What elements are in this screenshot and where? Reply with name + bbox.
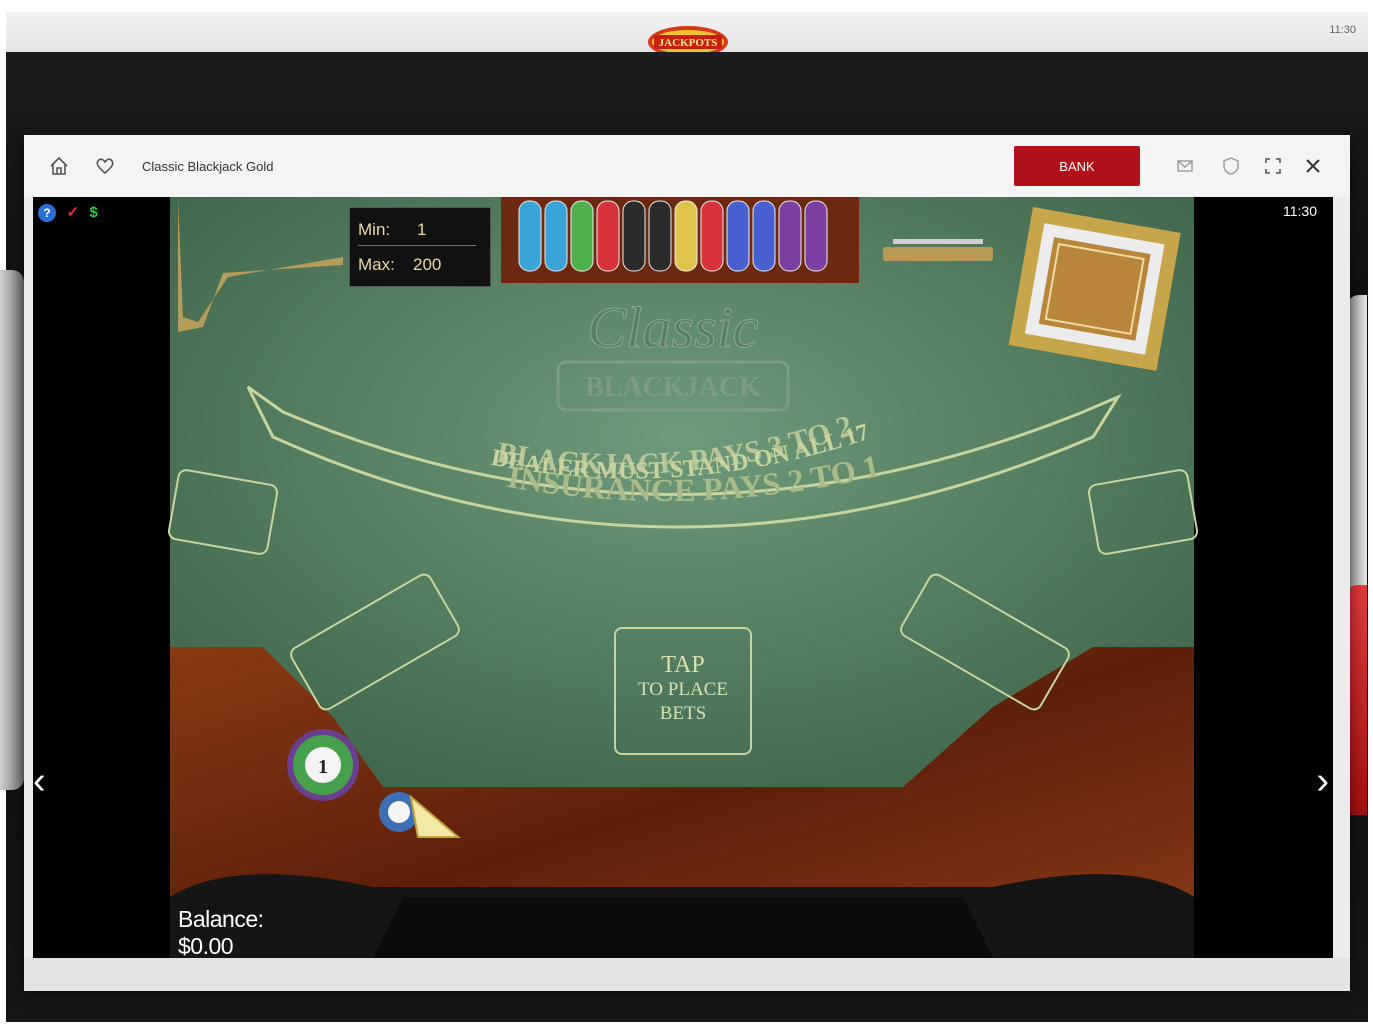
chip-stack (778, 200, 802, 272)
mail-icon[interactable] (1174, 155, 1196, 177)
balance-display: Balance: $0.00 (178, 906, 264, 958)
game-canvas[interactable]: BLACKJACK PAYS 3 TO 2 DEALER MUST STAND … (33, 197, 1333, 958)
min-label: Min: (358, 220, 391, 239)
balance-value: $0.00 (178, 933, 234, 958)
svg-text:1: 1 (318, 756, 328, 778)
svg-text:BLACKJACK: BLACKJACK (585, 372, 761, 403)
heart-icon[interactable] (94, 155, 116, 177)
svg-text:Classic: Classic (588, 295, 759, 360)
check-icon[interactable]: ✓ (66, 203, 79, 221)
chip-stack (726, 200, 750, 272)
game-title: Classic Blackjack Gold (142, 159, 274, 174)
chip-stack (648, 200, 672, 272)
balance-label: Balance: (178, 906, 264, 932)
prev-arrow-icon[interactable]: ‹ (33, 762, 46, 800)
bank-button[interactable]: BANK (1014, 146, 1140, 186)
chip-stack (700, 200, 724, 272)
max-value: 200 (413, 255, 442, 274)
chip-stack (752, 200, 776, 272)
left-decoration (0, 270, 24, 790)
shield-icon[interactable] (1220, 155, 1242, 177)
chip-stack (674, 200, 698, 272)
tap-to-place-bets-button[interactable]: TAP TO PLACE BETS (614, 627, 752, 755)
next-arrow-icon[interactable]: › (1316, 762, 1329, 800)
close-icon[interactable] (1302, 155, 1324, 177)
fullscreen-icon[interactable] (1262, 155, 1284, 177)
min-value: 1 (417, 220, 427, 239)
blackjack-table: BLACKJACK PAYS 3 TO 2 DEALER MUST STAND … (167, 197, 1199, 958)
tap-line-2: TO PLACE (638, 679, 728, 700)
dollar-icon[interactable]: $ (89, 204, 97, 221)
right-decoration (1347, 295, 1367, 815)
window-header: Classic Blackjack Gold BANK (24, 135, 1350, 197)
window-footer (24, 958, 1350, 991)
help-icon[interactable]: ? (38, 204, 56, 222)
max-label: Max: (358, 255, 395, 274)
system-clock: 11:30 (1329, 24, 1356, 36)
tap-line-1: TAP (661, 652, 705, 678)
game-icons: ? ✓ $ (38, 203, 104, 222)
home-icon[interactable] (48, 155, 70, 177)
chip-stack (804, 200, 828, 272)
chip-stack (544, 200, 568, 272)
chip-stack (622, 200, 646, 272)
table-limits: Min: 1 Max: 200 (349, 207, 491, 287)
tap-line-3: BETS (659, 703, 707, 724)
svg-text:JACKPOTS: JACKPOTS (659, 37, 718, 49)
game-window: Classic Blackjack Gold BANK BLACKJACK PA… (24, 135, 1350, 991)
chip-stack (570, 200, 594, 272)
game-clock: 11:30 (1283, 203, 1317, 219)
chip-stack (518, 200, 542, 272)
chip-stack (596, 200, 620, 272)
